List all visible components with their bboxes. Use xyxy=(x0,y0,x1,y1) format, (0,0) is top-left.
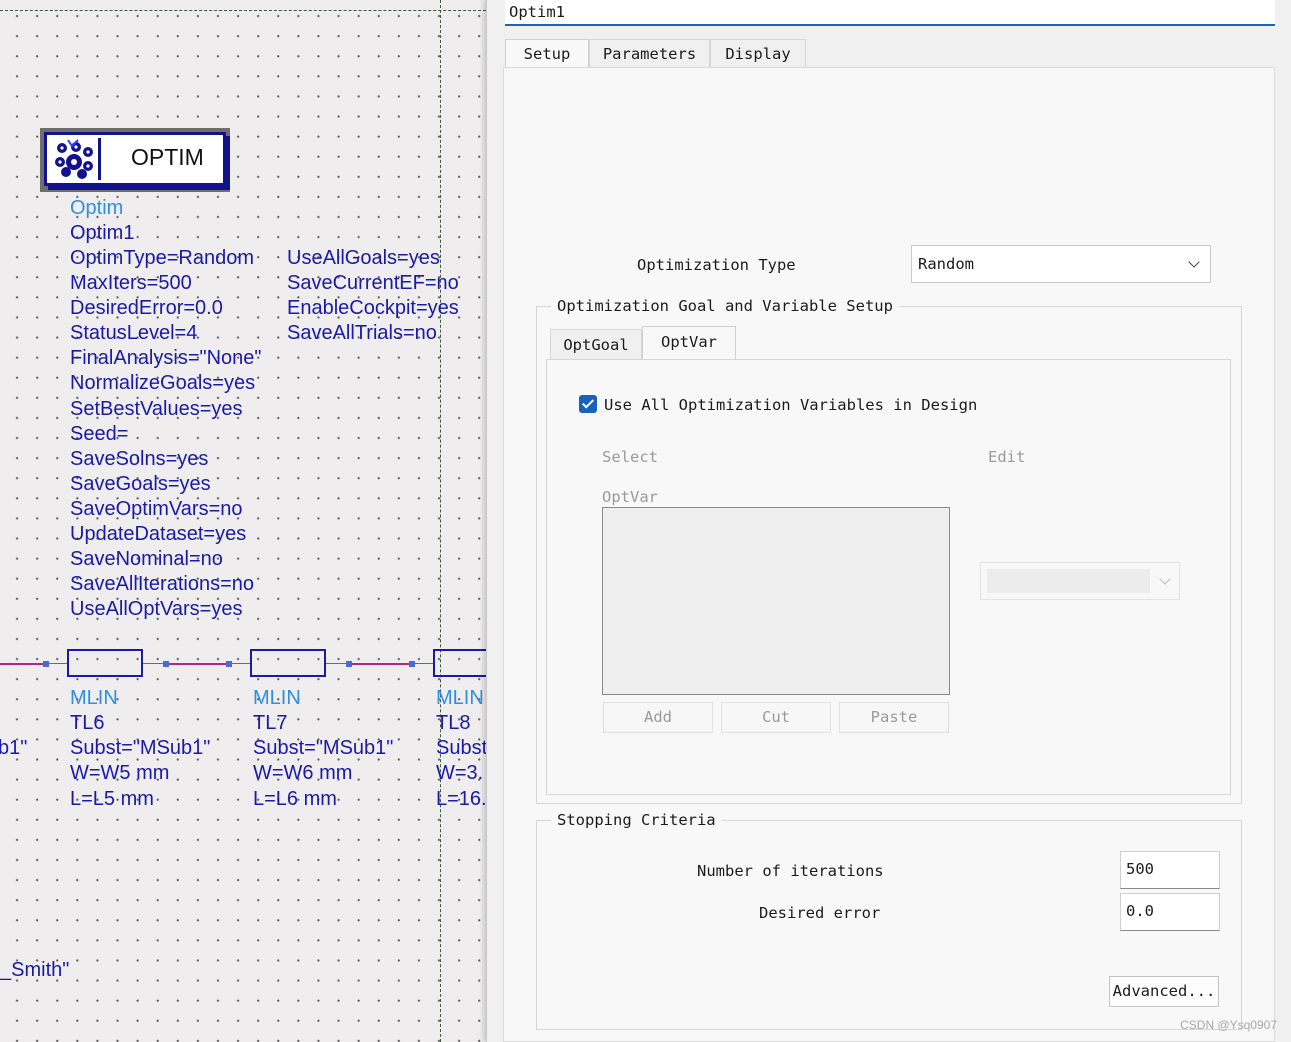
page-border-top xyxy=(0,10,486,11)
mlin-subst: Subst="MSub1" xyxy=(253,737,394,759)
edit-label: Edit xyxy=(988,448,1026,466)
mlin-length: L=L5 mm xyxy=(70,788,154,810)
wire xyxy=(0,663,44,665)
optim-param-line: SaveSolns=yes xyxy=(70,447,209,470)
optim-param-line: SaveNominal=no xyxy=(70,548,223,571)
optim-param-line: NormalizeGoals=yes xyxy=(70,372,256,395)
wire-lead xyxy=(326,663,348,664)
port-pin xyxy=(163,661,169,667)
optim-param-line: UseAllOptVars=yes xyxy=(70,598,243,621)
optimization-type-label: Optimization Type xyxy=(637,256,796,274)
optim-param-line: FinalAnalysis="None" xyxy=(70,347,262,370)
optim-param-line: UseAllGoals=yes xyxy=(287,247,440,269)
optvar-listbox[interactable] xyxy=(602,507,950,695)
optim-param-line: SaveOptimVars=no xyxy=(70,497,243,520)
mlin-width: W=3. xyxy=(436,762,484,784)
edit-select[interactable] xyxy=(980,562,1180,600)
optim-gear-icon xyxy=(50,138,101,180)
optim-param-line: Seed= xyxy=(70,422,129,445)
use-all-vars-checkbox[interactable] xyxy=(579,395,597,413)
mlin-name: TL6 xyxy=(70,712,105,734)
optvar-panel: Use All Optimization Variables in Design… xyxy=(546,359,1231,795)
cutoff-subst-text: b1" xyxy=(0,737,28,759)
schematic-canvas[interactable]: OPTIM Optim Optim1 OptimType=Random MaxIt… xyxy=(0,0,486,1042)
tab-optgoal[interactable]: OptGoal xyxy=(550,329,642,360)
page-border-right xyxy=(440,0,441,1042)
optim-param-line: MaxIters=500 xyxy=(70,272,192,295)
wire xyxy=(169,663,231,665)
desired-error-label: Desired error xyxy=(759,904,881,922)
goal-variable-group-title: Optimization Goal and Variable Setup xyxy=(551,297,899,315)
stopping-criteria-group-title: Stopping Criteria xyxy=(551,811,722,829)
desired-error-input[interactable]: 0.0 xyxy=(1120,893,1220,931)
add-button[interactable]: Add xyxy=(603,702,713,733)
mlin-type-label: MLIN xyxy=(436,687,484,709)
setup-tab-panel: Optimization Type Random Optimization Go… xyxy=(503,67,1275,1042)
watermark: CSDN @Ysq0907 xyxy=(1180,1018,1277,1032)
optim-param-line: SaveAllTrials=no xyxy=(287,322,437,345)
mlin-tl7-symbol[interactable] xyxy=(250,649,326,677)
port-pin xyxy=(346,661,352,667)
optimization-type-value: Random xyxy=(918,255,974,273)
optim-instance-name: Optim1 xyxy=(70,222,135,244)
optim-component-symbol[interactable]: OPTIM xyxy=(40,128,230,192)
optim-param-line: UpdateDataset=yes xyxy=(70,523,247,546)
mlin-length: L=16. xyxy=(436,788,486,810)
optim-param-line: StatusLevel=4 xyxy=(70,322,198,345)
optim-param-line: SaveAllIterations=no xyxy=(70,573,255,596)
instance-name-field[interactable]: Optim1 xyxy=(505,0,1275,26)
iterations-input[interactable]: 500 xyxy=(1120,851,1220,889)
use-all-vars-label: Use All Optimization Variables in Design xyxy=(604,396,978,414)
chevron-down-icon xyxy=(1188,256,1200,268)
optimization-type-select[interactable]: Random xyxy=(911,245,1211,283)
tab-optvar[interactable]: OptVar xyxy=(642,326,736,360)
optim-param-line: SaveGoals=yes xyxy=(70,472,211,495)
port-pin xyxy=(409,661,415,667)
optim-param-line: DesiredError=0.0 xyxy=(70,297,223,320)
port-pin xyxy=(226,661,232,667)
tab-setup[interactable]: Setup xyxy=(505,39,589,68)
paste-button[interactable]: Paste xyxy=(839,702,949,733)
mlin-tl8-symbol[interactable] xyxy=(433,649,486,677)
cutoff-smith-text: _Smith" xyxy=(0,959,70,981)
mlin-width: W=W6 mm xyxy=(253,762,353,784)
tab-display[interactable]: Display xyxy=(710,39,806,67)
mlin-subst: Subst="MSub1" xyxy=(70,737,211,759)
iterations-label: Number of iterations xyxy=(697,862,884,880)
mlin-type-label: MLIN xyxy=(253,687,301,709)
optim-params-column-1: OptimType=Random MaxIters=500 DesiredError… xyxy=(70,246,262,622)
mlin-subst: Subst xyxy=(436,737,486,759)
optim-param-line: SetBestValues=yes xyxy=(70,397,243,420)
optim-type-label: Optim xyxy=(70,197,124,219)
goal-variable-group: Optimization Goal and Variable Setup Opt… xyxy=(536,297,1242,804)
stopping-criteria-group: Stopping Criteria Number of iterations 5… xyxy=(536,811,1242,1030)
optim-param-line: EnableCockpit=yes xyxy=(287,297,459,320)
optim-param-line: SaveCurrentEF=no xyxy=(287,272,459,295)
wire-lead xyxy=(231,663,251,664)
component-dialog: Optim1 Setup Parameters Display Optimiza… xyxy=(486,0,1291,1042)
optim-param-line: OptimType=Random xyxy=(70,247,254,269)
select-label: Select xyxy=(602,448,658,466)
optim-params-column-2: UseAllGoals=yes SaveCurrentEF=no EnableCoc… xyxy=(287,246,459,346)
advanced-button[interactable]: Advanced... xyxy=(1109,976,1219,1007)
mlin-name: TL7 xyxy=(253,712,288,734)
port-pin xyxy=(43,661,49,667)
mlin-name: TL8 xyxy=(436,712,471,734)
optim-symbol-label: OPTIM xyxy=(131,144,204,170)
wire-lead xyxy=(143,663,165,664)
mlin-width: W=W5 mm xyxy=(70,762,170,784)
mlin-type-label: MLIN xyxy=(70,687,118,709)
wire-lead xyxy=(414,663,434,664)
mlin-tl6-symbol[interactable] xyxy=(67,649,143,677)
cut-button[interactable]: Cut xyxy=(721,702,831,733)
wire-lead xyxy=(48,663,68,664)
tab-parameters[interactable]: Parameters xyxy=(589,39,710,67)
optvar-list-label: OptVar xyxy=(602,488,658,506)
chevron-down-icon xyxy=(1159,573,1171,585)
mlin-length: L=L6 mm xyxy=(253,788,337,810)
wire xyxy=(352,663,414,665)
